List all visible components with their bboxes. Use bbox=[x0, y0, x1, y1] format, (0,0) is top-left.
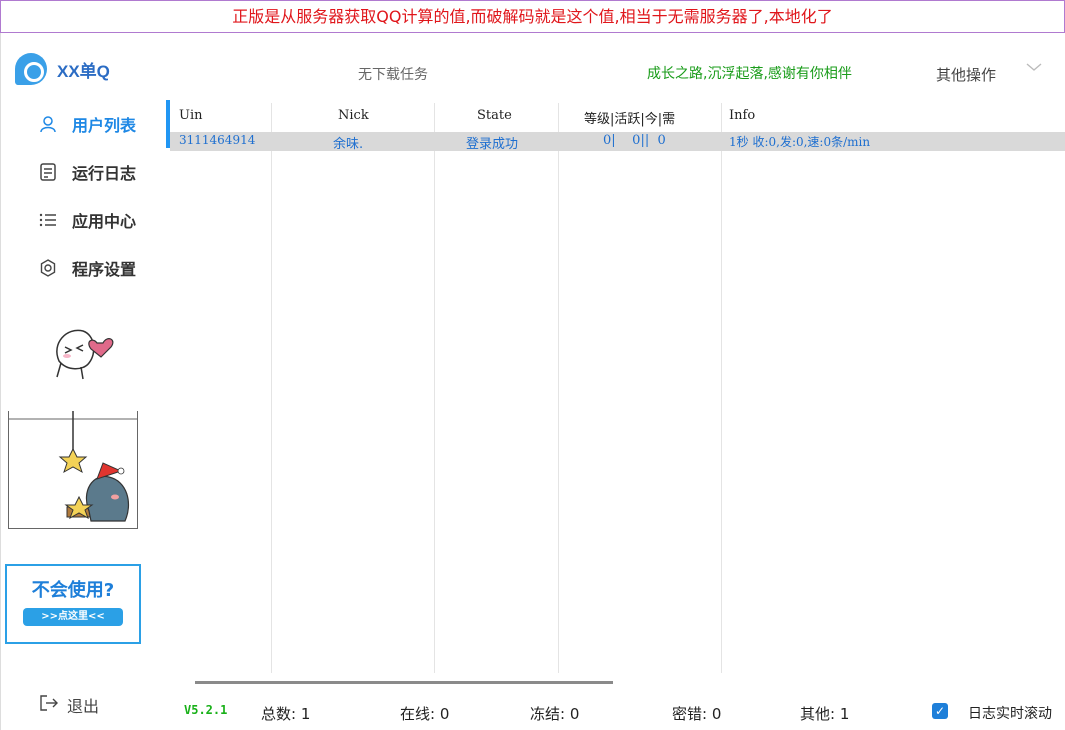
column-header-uin[interactable]: Uin bbox=[179, 108, 203, 123]
sidebar-nav: 用户列表 运行日志 应用中心 程序设置 bbox=[1, 100, 171, 292]
column-divider bbox=[721, 103, 722, 673]
logout-icon bbox=[39, 694, 59, 716]
column-divider bbox=[558, 103, 559, 673]
cute-sticker-image bbox=[47, 323, 119, 383]
sidebar-item-run-log[interactable]: 运行日志 bbox=[1, 148, 171, 196]
help-button[interactable]: >>点这里<< bbox=[23, 608, 123, 626]
license-banner: 正版是从服务器获取QQ计算的值,而破解码就是这个值,相当于无需服务器了,本地化了 bbox=[0, 0, 1065, 33]
column-header-info[interactable]: Info bbox=[729, 108, 755, 123]
cell-uin: 3111464914 bbox=[179, 133, 256, 147]
cell-info: 1秒 收:0,发:0,速:0条/min bbox=[729, 135, 871, 149]
other-operations-dropdown[interactable]: 其他操作 bbox=[936, 64, 996, 85]
cell-level: 0| 0|| 0 bbox=[603, 133, 666, 148]
sidebar-item-label: 运行日志 bbox=[72, 164, 137, 183]
log-scroll-label[interactable]: 日志实时滚动 bbox=[968, 703, 1052, 723]
cat-sticker-image bbox=[8, 407, 138, 529]
logout-button[interactable]: 退出 bbox=[39, 693, 99, 717]
user-icon bbox=[38, 114, 58, 134]
cell-state: 登录成功 bbox=[466, 137, 519, 152]
log-icon bbox=[38, 162, 58, 182]
sidebar-item-label: 程序设置 bbox=[72, 260, 137, 279]
other-count: 其他: 1 bbox=[800, 705, 850, 723]
frozen-count: 冻结: 0 bbox=[530, 705, 580, 723]
password-error-count: 密错: 0 bbox=[672, 705, 722, 723]
app-title: XX单Q bbox=[57, 61, 110, 81]
column-header-level[interactable]: 等级|活跃|今|需 bbox=[584, 108, 675, 127]
top-bar: 无下载任务 成长之路,沉浮起落,感谢有你相伴 其他操作 bbox=[170, 33, 1065, 103]
chevron-down-icon[interactable] bbox=[1025, 61, 1043, 77]
slogan-text: 成长之路,沉浮起落,感谢有你相伴 bbox=[647, 66, 852, 82]
column-header-nick[interactable]: Nick bbox=[338, 108, 369, 123]
sidebar: XX单Q 用户列表 运行日志 应用中心 程序设置 不会使用? >>点这里<< 退… bbox=[0, 33, 171, 730]
column-divider bbox=[271, 103, 272, 673]
app-logo: XX单Q bbox=[15, 53, 110, 85]
app-logo-icon bbox=[15, 53, 47, 85]
total-count: 总数: 1 bbox=[261, 705, 311, 723]
cell-nick: 余味. bbox=[333, 137, 364, 152]
help-banner[interactable]: 不会使用? >>点这里<< bbox=[5, 564, 141, 644]
download-task-status: 无下载任务 bbox=[358, 67, 428, 83]
column-divider bbox=[434, 103, 435, 673]
sidebar-item-label: 应用中心 bbox=[72, 212, 137, 231]
status-bar: V5.2.1 总数: 1 在线: 0 冻结: 0 密错: 0 其他: 1 ✓ 日… bbox=[170, 697, 1065, 730]
sidebar-item-settings[interactable]: 程序设置 bbox=[1, 244, 171, 292]
user-table: Uin Nick State 等级|活跃|今|需 Info 3111464914… bbox=[170, 103, 1065, 673]
table-header: Uin Nick State 等级|活跃|今|需 Info bbox=[170, 108, 1065, 130]
online-count: 在线: 0 bbox=[400, 705, 450, 723]
logout-label: 退出 bbox=[67, 697, 100, 716]
sidebar-item-label: 用户列表 bbox=[72, 116, 137, 135]
horizontal-scrollbar[interactable] bbox=[195, 681, 613, 684]
column-header-state[interactable]: State bbox=[477, 108, 512, 123]
list-icon bbox=[38, 210, 58, 230]
log-scroll-checkbox[interactable]: ✓ bbox=[932, 703, 948, 719]
table-row[interactable]: 3111464914 余味. 登录成功 0| 0|| 0 1秒 收:0,发:0,… bbox=[170, 132, 1065, 152]
sidebar-item-app-center[interactable]: 应用中心 bbox=[1, 196, 171, 244]
help-title: 不会使用? bbox=[31, 580, 115, 601]
sidebar-item-user-list[interactable]: 用户列表 bbox=[1, 100, 171, 148]
version-label: V5.2.1 bbox=[184, 703, 228, 717]
gear-icon bbox=[38, 258, 58, 278]
